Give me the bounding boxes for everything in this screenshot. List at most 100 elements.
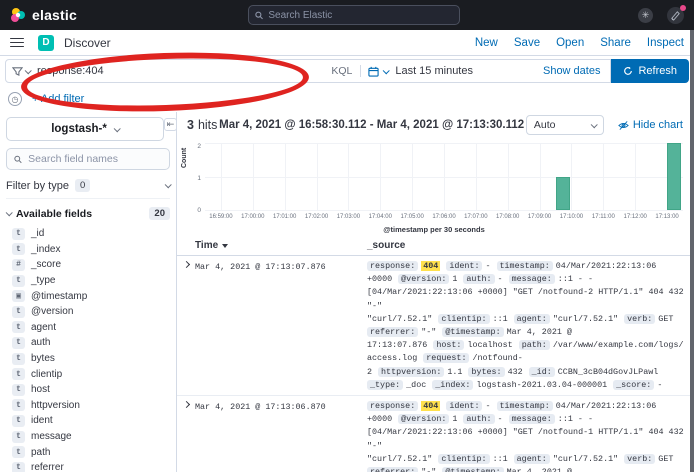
field-item-httpversion[interactable]: thttpversion [6, 398, 170, 414]
field-item-@version[interactable]: t @version [6, 304, 170, 320]
menu-icon[interactable] [10, 38, 24, 48]
field-item-bytes[interactable]: tbytes [6, 351, 170, 367]
field-search[interactable] [6, 148, 170, 170]
field-item-referrer[interactable]: treferrer [6, 460, 170, 472]
global-search[interactable] [248, 5, 460, 25]
filter-by-type-button[interactable]: Filter by type 0 [6, 177, 170, 199]
date-picker-button[interactable] [361, 66, 395, 77]
field-search-input[interactable] [28, 153, 162, 165]
open-button[interactable]: Open [556, 37, 584, 49]
field-item-@timestamp[interactable]: ▣ @timestamp [6, 288, 170, 304]
field-name: message [31, 431, 72, 442]
source-field-value: 432 [508, 367, 523, 377]
elastic-logo[interactable]: elastic [10, 7, 77, 23]
query-bar: KQL Last 15 minutes Show dates Refresh [0, 56, 694, 86]
scrollbar-thumb[interactable] [690, 30, 694, 472]
inspect-button[interactable]: Inspect [647, 37, 684, 49]
x-tick-label: 17:01:00 [273, 214, 296, 220]
kibana-discover-page: elastic ✳ D Discover New Sa [0, 0, 694, 472]
add-filter-button[interactable]: + Add filter [32, 93, 84, 105]
new-button[interactable]: New [475, 37, 498, 49]
x-tick-label: 17:05:00 [400, 214, 423, 220]
string-field-type-icon: t [12, 415, 25, 427]
share-button[interactable]: Share [600, 37, 631, 49]
logo-text: elastic [32, 7, 77, 23]
field-name: @version [31, 306, 73, 317]
string-field-type-icon: t [12, 306, 25, 318]
scrollbar-track [690, 30, 694, 472]
available-fields-count-badge: 20 [149, 207, 170, 220]
time-column-header[interactable]: Time [177, 240, 367, 251]
field-name: agent [31, 322, 56, 333]
user-avatar[interactable] [667, 7, 684, 24]
source-field-key: @version: [398, 274, 449, 284]
source-field-value: 404 [421, 401, 440, 411]
x-tick-label: 17:09:00 [528, 214, 551, 220]
source-field-value: 1 [452, 274, 457, 284]
filter-bar: ◷ + Add filter [0, 86, 694, 112]
source-field-key: message: [509, 274, 555, 284]
field-item-auth[interactable]: tauth [6, 335, 170, 351]
x-axis-label: @timestamp per 30 seconds [183, 225, 685, 234]
interval-select[interactable]: Auto [526, 115, 604, 135]
saved-query-menu-button[interactable] [6, 66, 37, 77]
source-field-key: auth: [463, 414, 494, 424]
string-field-type-icon: t [12, 275, 25, 287]
save-button[interactable]: Save [514, 37, 540, 49]
source-field-value: GET [658, 454, 673, 464]
row-source-cell: response:404ident:-timestamp:04/Mar/2021… [367, 260, 693, 392]
top-nav-actions: New Save Open Share Inspect [475, 37, 684, 49]
collapse-sidebar-icon[interactable]: ⇤ [164, 118, 177, 131]
discover-main: 3 hits Mar 4, 2021 @ 16:58:30.112 - Mar … [177, 112, 694, 472]
field-item-path[interactable]: tpath [6, 444, 170, 460]
field-item-_index[interactable]: t_index [6, 242, 170, 258]
source-field-value: - [485, 401, 490, 411]
field-item-agent[interactable]: tagent [6, 320, 170, 336]
expand-row-button[interactable] [177, 400, 195, 472]
refresh-button[interactable]: Refresh [611, 59, 689, 83]
expand-row-button[interactable] [177, 260, 195, 392]
query-input[interactable] [37, 65, 323, 77]
filter-options-icon[interactable]: ◷ [8, 92, 22, 106]
field-item-_type[interactable]: t_type [6, 273, 170, 289]
field-item-_score[interactable]: #_score [6, 257, 170, 273]
breadcrumb[interactable]: Discover [64, 36, 111, 50]
y-axis-label: Count [181, 148, 188, 168]
index-pattern-label: logstash-* [51, 123, 107, 135]
help-icon[interactable]: ✳ [638, 8, 653, 23]
x-tick-label: 17:06:00 [432, 214, 455, 220]
field-item-ident[interactable]: tident [6, 413, 170, 429]
hide-chart-button[interactable]: Hide chart [618, 119, 683, 131]
available-fields-header[interactable]: Available fields 20 [6, 207, 170, 220]
row-time-cell: Mar 4, 2021 @ 17:13:06.870 [195, 400, 367, 472]
hits-row: 3 hits Mar 4, 2021 @ 16:58:30.112 - Mar … [177, 112, 693, 138]
field-item-clientip[interactable]: tclientip [6, 366, 170, 382]
field-name: @timestamp [31, 291, 87, 302]
source-field-key: response: [367, 401, 418, 411]
string-field-type-icon: t [12, 384, 25, 396]
y-tick-label: 2 [191, 143, 201, 150]
chevron-down-icon [6, 209, 13, 216]
field-item-host[interactable]: thost [6, 382, 170, 398]
source-field-value: "curl/7.52.1" [553, 314, 618, 324]
time-header-label: Time [195, 240, 218, 251]
query-input-box: KQL Last 15 minutes Show dates [5, 59, 611, 83]
filter-funnel-icon [12, 66, 23, 77]
field-item-message[interactable]: tmessage [6, 429, 170, 445]
refresh-icon [623, 66, 633, 76]
source-field-key: @version: [398, 414, 449, 424]
time-range-label[interactable]: Last 15 minutes [395, 65, 533, 77]
histogram-bar-17:13:00[interactable] [667, 143, 681, 210]
source-field-value: logstash-2021.03.04-000001 [476, 380, 607, 390]
field-item-_id[interactable]: t_id [6, 226, 170, 242]
source-field-key: _score: [613, 380, 654, 390]
source-field-key: @timestamp: [442, 467, 503, 472]
index-pattern-select[interactable]: logstash-* [6, 117, 164, 141]
x-tick-label: 17:00:00 [241, 214, 264, 220]
histogram-bar-17:09:30[interactable] [556, 177, 570, 211]
date-field-type-icon: ▣ [12, 290, 25, 302]
global-search-input[interactable] [268, 10, 453, 21]
source-field-value: ::1 [493, 314, 508, 324]
show-dates-button[interactable]: Show dates [533, 65, 610, 77]
query-language-button[interactable]: KQL [323, 65, 361, 77]
